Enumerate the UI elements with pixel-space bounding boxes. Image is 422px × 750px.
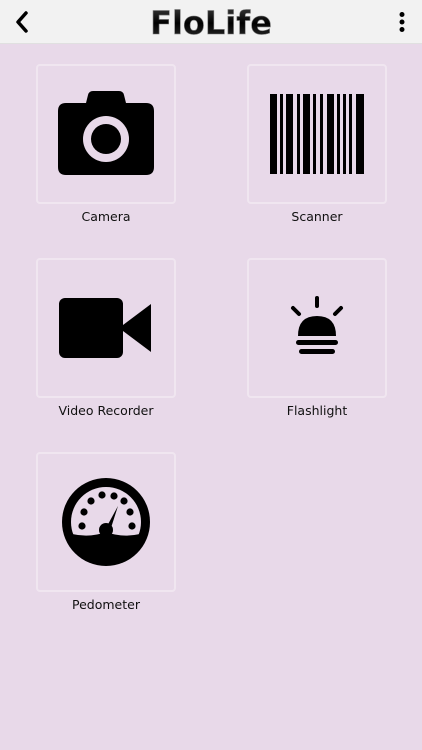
pedometer-tile[interactable]: Pedometer	[36, 452, 176, 612]
tile-label: Scanner	[291, 209, 343, 224]
more-vertical-icon	[399, 12, 405, 32]
video-recorder-tile[interactable]: Video Recorder	[36, 258, 176, 418]
camera-icon	[58, 91, 154, 175]
camera-tile[interactable]: Camera	[36, 64, 176, 224]
camera-button[interactable]	[36, 64, 176, 204]
barcode-icon	[270, 94, 364, 174]
tile-label: Pedometer	[72, 597, 140, 612]
top-bar: FloLife	[0, 0, 422, 44]
video-camera-icon	[59, 298, 151, 358]
tile-label: Video Recorder	[58, 403, 154, 418]
video-recorder-button[interactable]	[36, 258, 176, 398]
flashlight-icon	[291, 296, 343, 354]
flashlight-button[interactable]	[247, 258, 387, 398]
flashlight-tile[interactable]: Flashlight	[247, 258, 387, 418]
svg-text:FloLife: FloLife	[150, 6, 272, 40]
tile-label: Camera	[81, 209, 131, 224]
overflow-menu-button[interactable]	[390, 6, 414, 38]
chevron-left-icon	[16, 11, 28, 33]
app-logo: FloLife	[150, 6, 272, 40]
scanner-button[interactable]	[247, 64, 387, 204]
scanner-tile[interactable]: Scanner	[247, 64, 387, 224]
tile-label: Flashlight	[286, 403, 348, 418]
pedometer-button[interactable]	[36, 452, 176, 592]
back-button[interactable]	[8, 6, 36, 38]
speedometer-icon	[62, 478, 150, 566]
